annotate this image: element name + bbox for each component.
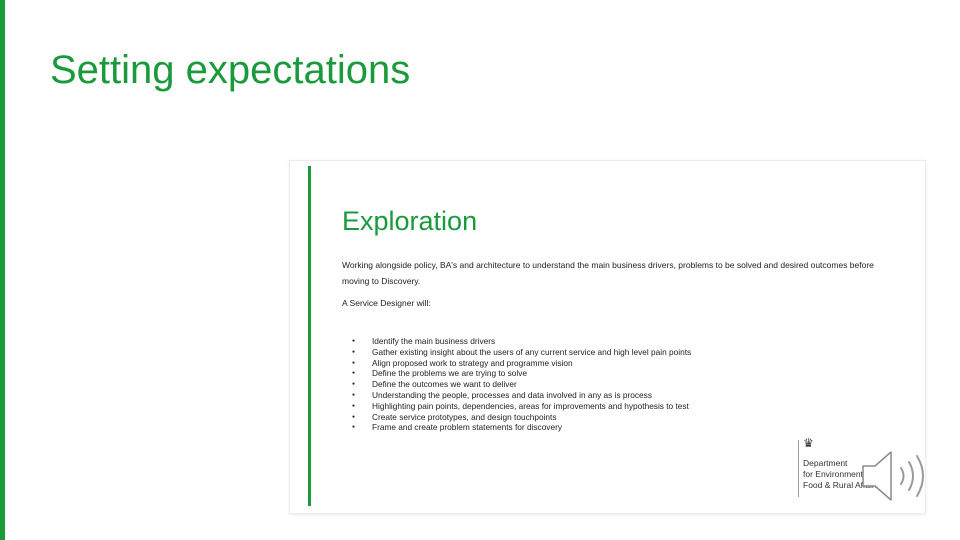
list-item: Define the outcomes we want to deliver bbox=[342, 379, 691, 390]
list-item: Align proposed work to strategy and prog… bbox=[342, 358, 691, 369]
lead-text: A Service Designer will: bbox=[342, 298, 431, 308]
list-item: Understanding the people, processes and … bbox=[342, 390, 691, 401]
accent-bar bbox=[0, 0, 5, 540]
list-item: Highlighting pain points, dependencies, … bbox=[342, 401, 691, 412]
logo-rule bbox=[798, 440, 799, 497]
list-item: Create service prototypes, and design to… bbox=[342, 412, 691, 423]
list-item: Identify the main business drivers bbox=[342, 336, 691, 347]
royal-crest-icon: ♛ bbox=[803, 436, 814, 450]
speaker-icon[interactable] bbox=[857, 446, 935, 506]
bullet-list: Identify the main business drivers Gathe… bbox=[342, 336, 691, 433]
list-item: Frame and create problem statements for … bbox=[342, 422, 691, 433]
list-item: Define the problems we are trying to sol… bbox=[342, 368, 691, 379]
embedded-accent-bar bbox=[308, 166, 311, 506]
slide-title: Setting expectations bbox=[50, 48, 411, 92]
embedded-slide-title: Exploration bbox=[342, 206, 478, 236]
intro-paragraph: Working alongside policy, BA's and archi… bbox=[342, 260, 874, 286]
list-item: Gather existing insight about the users … bbox=[342, 347, 691, 358]
